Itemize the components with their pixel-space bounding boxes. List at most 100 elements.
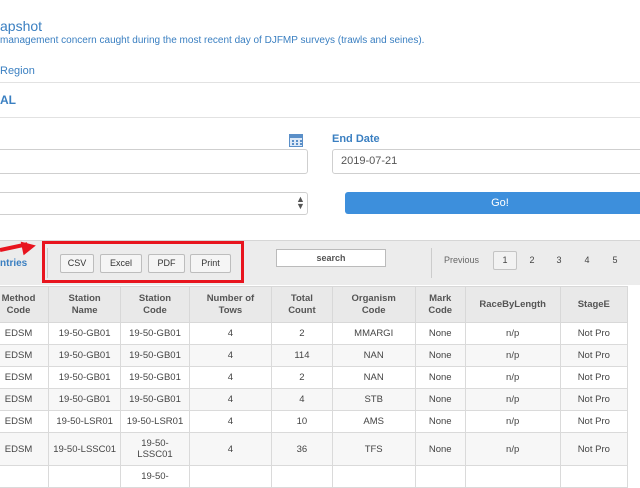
table-row: EDSM 19-50-LSSC01 19-50- LSSC01 4 36 TFS None n/…: [0, 432, 629, 466]
page-button-5[interactable]: 5: [603, 251, 627, 270]
column-header[interactable]: Mark Code: [414, 286, 466, 323]
table-cell: 19-50-LSSC01: [120, 432, 190, 466]
table-cell: [331, 465, 416, 488]
table-cell: None: [414, 366, 466, 389]
divider: [0, 82, 640, 83]
column-header[interactable]: Station Code: [120, 286, 190, 323]
table-row: EDSM 19-50-LSR01 19-50-LSR01 4 10 AMS None n/p N…: [0, 410, 629, 433]
table-cell: None: [414, 410, 466, 433]
column-header-text: Mark: [429, 292, 452, 304]
column-header[interactable]: RaceByLength: [464, 286, 561, 323]
start-date-input[interactable]: [0, 149, 308, 174]
table-cell: 19-50-LSSC01: [48, 432, 122, 466]
page-button-3[interactable]: 3: [547, 251, 571, 270]
table-cell: n/p: [464, 410, 561, 433]
column-header[interactable]: StageE: [559, 286, 629, 323]
table-cell: n/p: [464, 432, 561, 466]
table-cell: [48, 465, 122, 488]
table-cell: [464, 465, 561, 488]
column-header-text: Number of: [206, 292, 255, 304]
table-cell: 19-50-: [120, 465, 190, 488]
section-heading: AL: [0, 93, 16, 107]
previous-page-button[interactable]: Previous: [444, 255, 479, 265]
table-cell: 2: [271, 322, 333, 345]
column-header-text: StageE: [577, 298, 610, 310]
table-cell: 36: [271, 432, 333, 466]
arrow-head-icon: [20, 238, 38, 256]
table-cell: Not Pro: [559, 388, 629, 411]
table-cell: 19-50-GB01: [120, 322, 190, 345]
go-button[interactable]: Go!: [345, 192, 640, 214]
table-cell: Not Pro: [559, 410, 629, 433]
table-cell: 4: [188, 322, 273, 345]
station-select[interactable]: [0, 192, 308, 215]
column-header-text: Total: [290, 292, 313, 304]
search-input[interactable]: search: [276, 249, 386, 267]
table-cell: Not Pro: [559, 344, 629, 367]
column-header[interactable]: Total Count: [271, 286, 333, 323]
table-row: EDSM 19-50-GB01 19-50-GB01 4 114 NAN None n/p No…: [0, 344, 629, 367]
column-header-text: Code: [143, 304, 167, 316]
select-arrows-icon: ▲ ▼: [296, 194, 305, 211]
table-cell: AMS: [331, 410, 416, 433]
table-cell: None: [414, 344, 466, 367]
table-cell: [414, 465, 466, 488]
export-buttons-highlight: [42, 241, 244, 283]
table-cell: 4: [188, 388, 273, 411]
table-row: EDSM 19-50-GB01 19-50-GB01 4 2 MMARGI None n/p N…: [0, 322, 629, 345]
column-header[interactable]: Organism Code: [331, 286, 416, 323]
entries-label[interactable]: ntries: [0, 258, 27, 269]
column-header-text: Code: [6, 304, 31, 316]
end-date-input[interactable]: 2019-07-21: [332, 149, 640, 174]
table-cell: EDSM: [0, 366, 50, 389]
table-cell: TFS: [331, 432, 416, 466]
table-cell: 4: [188, 432, 273, 466]
calendar-icon[interactable]: [289, 134, 303, 147]
table-cell: n/p: [464, 344, 561, 367]
table-row: EDSM 19-50-GB01 19-50-GB01 4 4 STB None n/p Not …: [0, 388, 629, 411]
column-header-text: Station: [138, 292, 172, 304]
results-table: Method Code Station Name Station Code Number o…: [0, 286, 629, 488]
table-cell: Not Pro: [559, 366, 629, 389]
table-cell: 19-50-GB01: [48, 344, 122, 367]
table-cell: 19-50-GB01: [48, 322, 122, 345]
column-header[interactable]: Station Name: [48, 286, 122, 323]
table-cell: 4: [188, 410, 273, 433]
divider: [431, 248, 432, 278]
column-header-text: RaceByLength: [479, 298, 546, 310]
page-subtitle: management concern caught during the mos…: [0, 35, 425, 46]
page-button-2[interactable]: 2: [520, 251, 544, 270]
table-cell: NAN: [331, 344, 416, 367]
region-link[interactable]: Region: [0, 65, 35, 77]
column-header-text: Station: [68, 292, 101, 304]
table-cell: 10: [271, 410, 333, 433]
table-cell: Not Pro: [559, 322, 629, 345]
table-cell: [559, 465, 629, 488]
table-cell: 19-50-GB01: [48, 366, 122, 389]
table-cell: Not Pro: [559, 432, 629, 466]
divider: [0, 117, 640, 118]
table-cell: [271, 465, 333, 488]
page-button-1[interactable]: 1: [493, 251, 517, 270]
column-header-text: Count: [288, 304, 316, 316]
table-cell: 19-50-LSR01: [48, 410, 122, 433]
table-cell: 19-50-GB01: [48, 388, 122, 411]
table-cell: 19-50-GB01: [120, 344, 190, 367]
column-header[interactable]: Number of Tows: [188, 286, 273, 323]
table-row: 19-50-: [0, 465, 629, 488]
table-cell: EDSM: [0, 388, 50, 411]
table-cell: None: [414, 432, 466, 466]
table-cell: 4: [188, 344, 273, 367]
table-cell: MMARGI: [331, 322, 416, 345]
table-cell: 4: [271, 388, 333, 411]
table-cell: n/p: [464, 388, 561, 411]
column-header-text: Name: [71, 304, 98, 316]
table-cell: [188, 465, 273, 488]
table-cell: n/p: [464, 366, 561, 389]
table-cell: None: [414, 388, 466, 411]
column-header[interactable]: Method Code: [0, 286, 50, 323]
table-row: EDSM 19-50-GB01 19-50-GB01 4 2 NAN None n/p Not …: [0, 366, 629, 389]
table-cell: 114: [271, 344, 333, 367]
page-button-4[interactable]: 4: [575, 251, 599, 270]
table-cell: 19-50-GB01: [120, 366, 190, 389]
